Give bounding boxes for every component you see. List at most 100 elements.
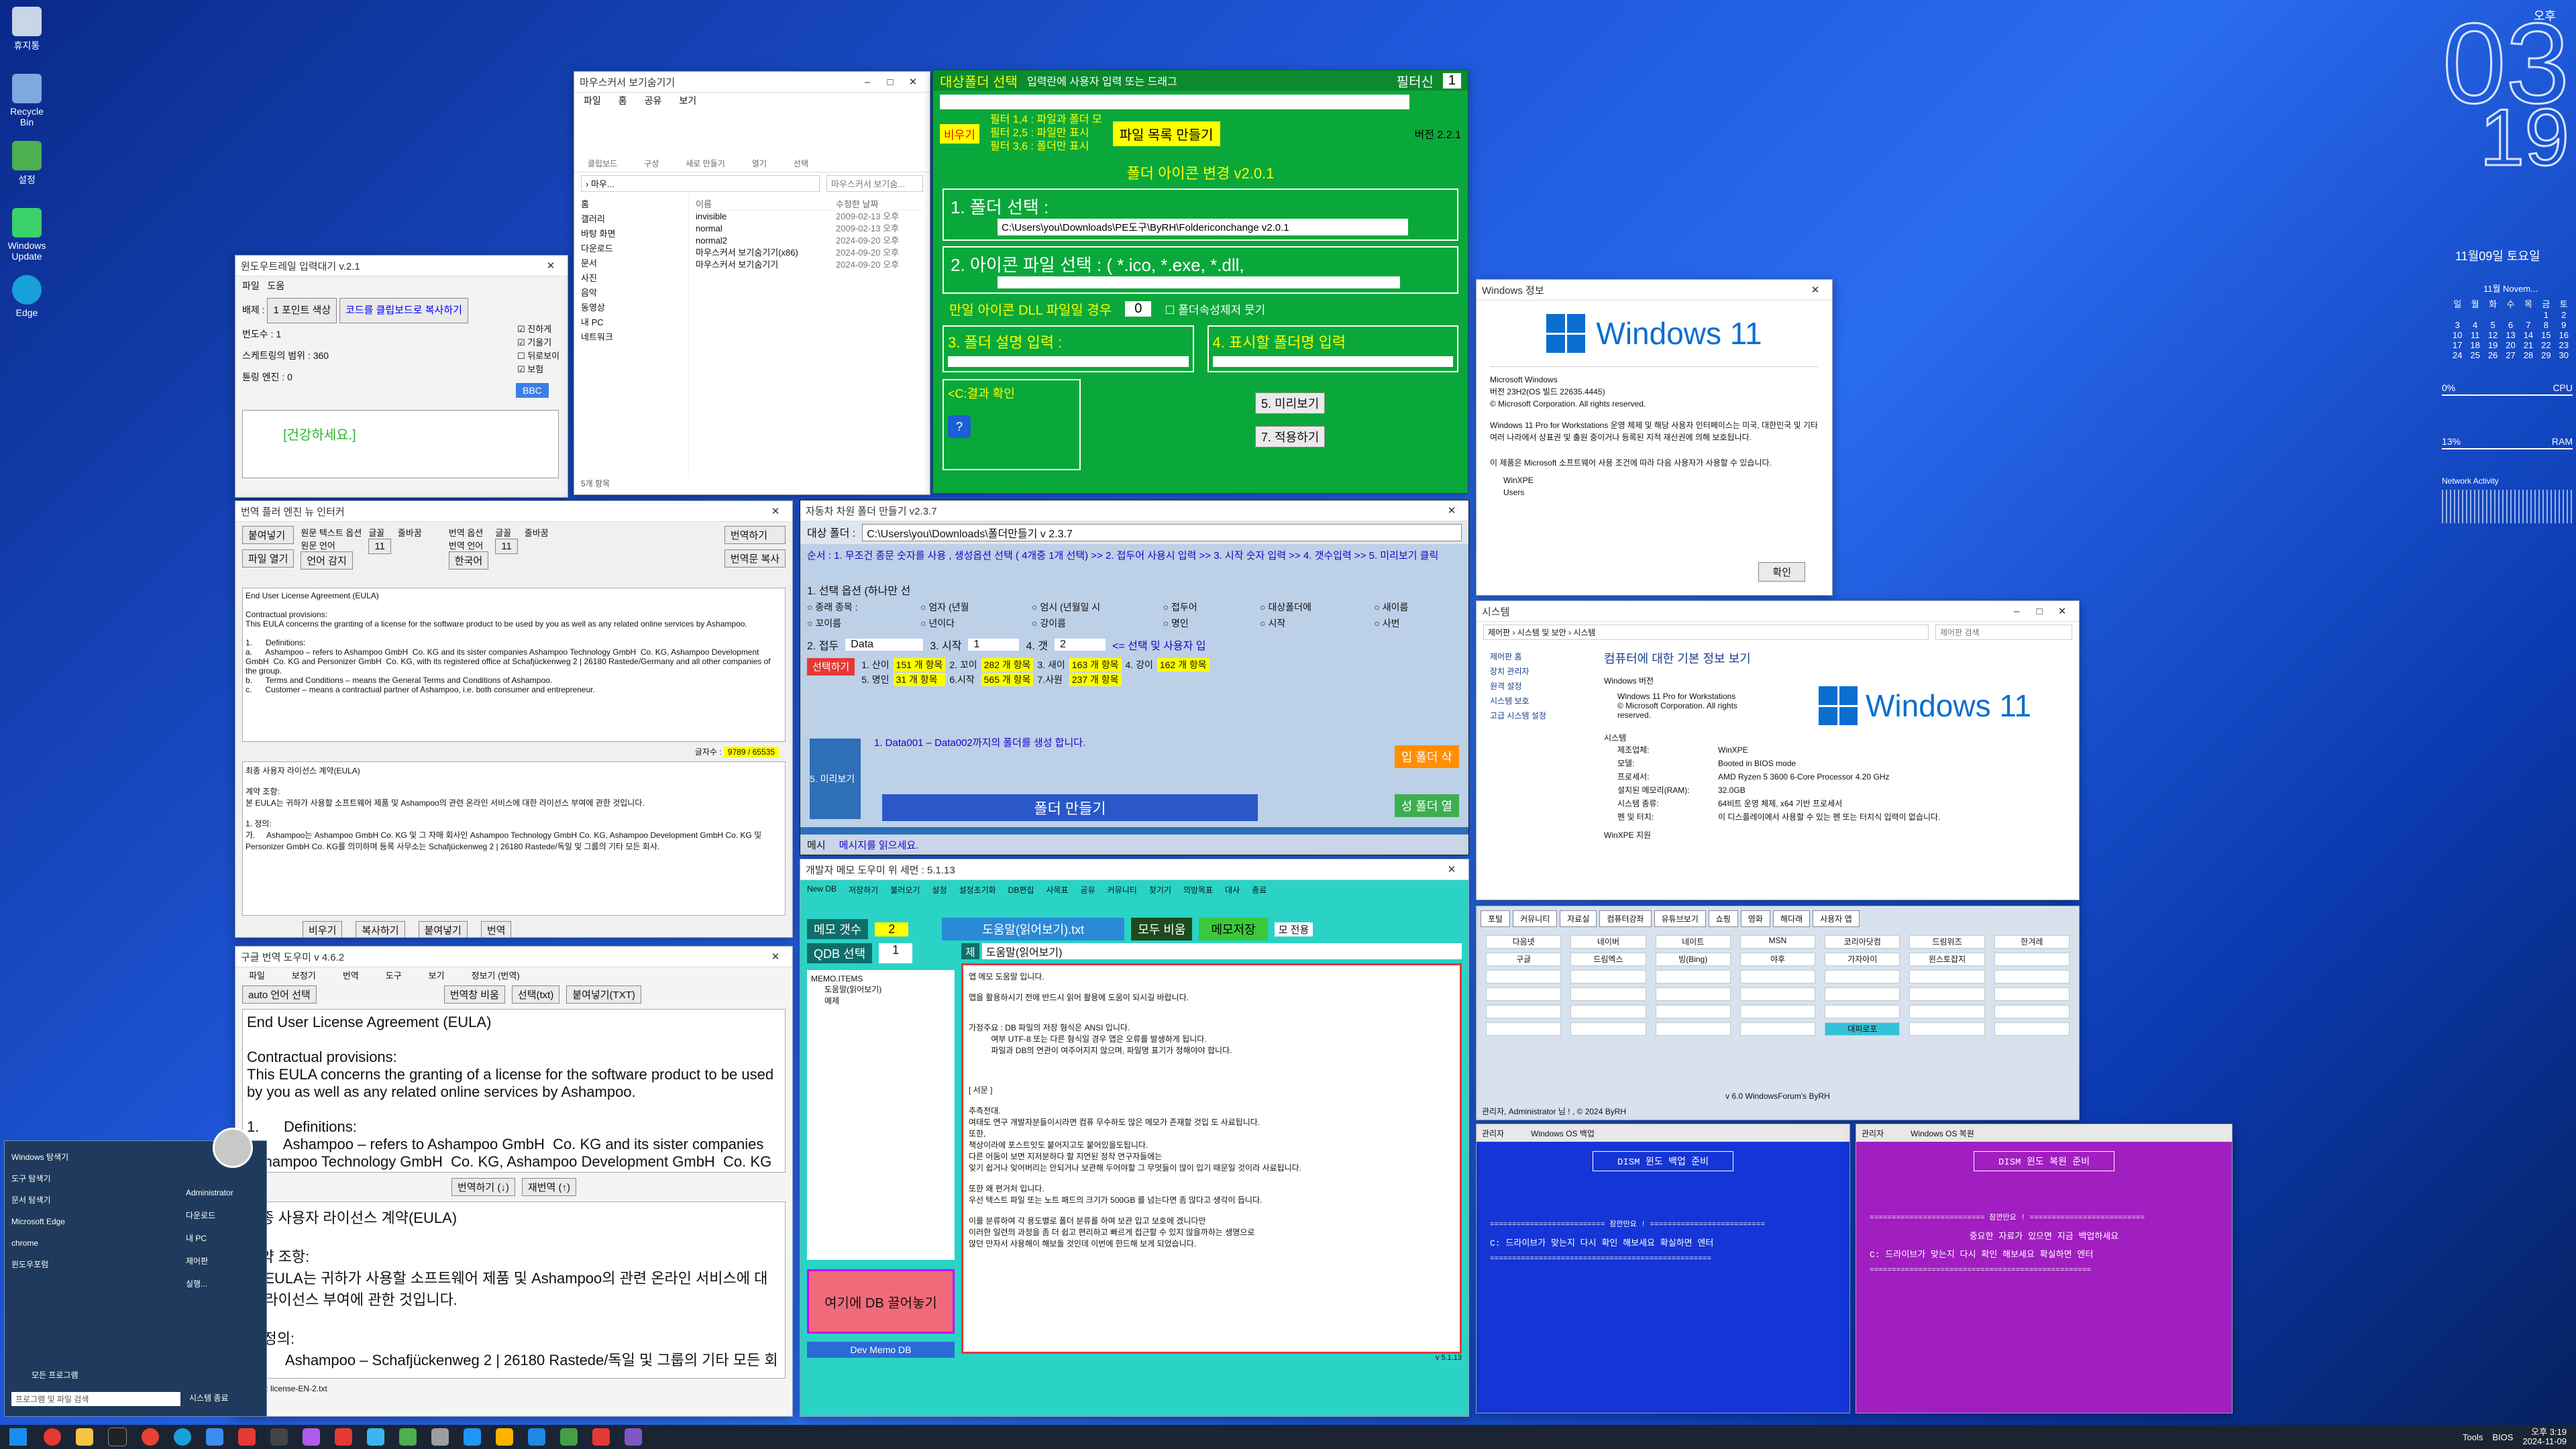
menu-item[interactable]: 도구 (386, 969, 402, 981)
close-icon[interactable]: ✕ (1440, 863, 1463, 875)
calendar-day[interactable]: 30 (2555, 350, 2573, 360)
launcher-link[interactable] (1994, 970, 2070, 983)
translate-small-button[interactable]: 번역 (480, 921, 512, 937)
calendar-day[interactable]: 5 (2484, 320, 2502, 330)
calendar-day[interactable]: 17 (2449, 340, 2466, 350)
launcher-link[interactable] (1739, 987, 1816, 1001)
launcher-link[interactable] (1486, 987, 1562, 1001)
launcher-link[interactable] (1570, 1022, 1646, 1036)
app-icon[interactable] (206, 1428, 223, 1446)
calendar-day[interactable] (2484, 310, 2502, 320)
launcher-link[interactable]: 드림위즈 (1909, 935, 1985, 949)
launcher-link[interactable] (1909, 970, 1985, 983)
filter-select[interactable]: 1 (1442, 72, 1461, 89)
launcher-link[interactable] (1825, 987, 1900, 1001)
tree-item[interactable]: 예제 (811, 995, 951, 1006)
column-name[interactable]: 이름 (696, 197, 836, 210)
launcher-tab[interactable]: 해다래 (1772, 910, 1811, 927)
option-radio[interactable]: ○ 시작 (1260, 616, 1364, 630)
translate-down-button[interactable]: 번역하기 (↓) (451, 1178, 515, 1196)
memo-tool[interactable]: 저장하기 (849, 884, 878, 911)
make-list-button[interactable]: 파일 목록 만들기 (1112, 121, 1220, 146)
launcher-link[interactable]: 빙(Bing) (1655, 953, 1731, 966)
close-icon[interactable]: ✕ (764, 505, 787, 517)
launcher-link[interactable]: 코리아닷컴 (1825, 935, 1900, 949)
start-item[interactable]: 도구 탐색기 (11, 1168, 172, 1189)
taskbar-date[interactable]: 2024-11-09 (2522, 1437, 2567, 1446)
option-radio[interactable]: ○ 강이름 (1032, 616, 1154, 630)
save-memo-button[interactable]: 메모저장 (1199, 918, 1268, 941)
launcher-link[interactable] (1570, 970, 1646, 983)
make-folder-button[interactable]: 폴더 만들기 (882, 794, 1258, 821)
calendar-day[interactable]: 16 (2555, 330, 2573, 340)
launcher-link[interactable]: 드림엑스 (1570, 953, 1646, 966)
count-input[interactable]: 2 (1054, 639, 1106, 651)
start-search[interactable]: 프로그램 및 파일 검색 (11, 1392, 180, 1406)
launcher-link[interactable] (1825, 970, 1900, 983)
menu-item[interactable]: 파일 (249, 969, 265, 981)
launcher-link[interactable] (1909, 1022, 1985, 1036)
calendar-day[interactable]: 3 (2449, 320, 2466, 330)
edge-icon[interactable] (174, 1428, 191, 1446)
launcher-link[interactable]: 야후 (1739, 953, 1816, 966)
icon-file-input[interactable] (998, 276, 1400, 288)
calendar-day[interactable]: 6 (2502, 320, 2519, 330)
check-back[interactable]: ☐ 뒤로보이 (517, 350, 559, 363)
launcher-link[interactable] (1994, 1005, 2070, 1018)
launcher-link[interactable] (1994, 987, 2070, 1001)
calendar-day[interactable]: 22 (2537, 340, 2555, 350)
start-item[interactable]: chrome (11, 1232, 172, 1254)
option-radio[interactable]: ○ 엄시 (년월일 시 (1032, 600, 1154, 614)
memo-tool[interactable]: 사목표 (1046, 884, 1068, 911)
nav-item[interactable]: 음악 (581, 286, 682, 301)
calendar-day[interactable]: 28 (2520, 350, 2537, 360)
launcher-link[interactable]: 대피로포 (1825, 1022, 1900, 1036)
start-button[interactable] (9, 1428, 27, 1446)
launcher-link[interactable] (1655, 1022, 1731, 1036)
calendar-day[interactable]: 19 (2484, 340, 2502, 350)
calendar-day[interactable]: 18 (2466, 340, 2483, 350)
calendar-day[interactable]: 8 (2537, 320, 2555, 330)
tree-root[interactable]: MEMO.ITEMS (811, 974, 951, 983)
check-bold[interactable]: ☑ 진하게 (517, 323, 559, 336)
memo-tool[interactable]: New DB (807, 884, 837, 911)
launcher-link[interactable]: 구글 (1486, 953, 1562, 966)
copy-button[interactable]: 복사하기 (356, 921, 405, 937)
maximize-icon[interactable]: □ (879, 76, 902, 88)
option-radio[interactable]: ○ 새이름 (1374, 600, 1462, 614)
clear-all-button[interactable]: 모두 비움 (1131, 918, 1193, 941)
tab-view[interactable]: 보기 (679, 94, 696, 107)
paste-txt-button[interactable]: 붙여넣기(TXT) (566, 985, 641, 1004)
memo-tool[interactable]: 설정초기화 (959, 884, 996, 911)
qdb-select[interactable]: 1 (879, 943, 913, 963)
launcher-tab[interactable]: 포털 (1481, 910, 1511, 927)
maximize-icon[interactable]: □ (2028, 606, 2051, 617)
calendar-day[interactable]: 4 (2466, 320, 2483, 330)
file-row[interactable]: 마우스커서 보기숨기기 2024-09-20 오후 (696, 259, 923, 271)
translate-button[interactable]: 번역하기 (724, 526, 786, 544)
calendar-day[interactable] (2502, 310, 2519, 320)
close-icon[interactable]: ✕ (1440, 504, 1463, 517)
menu-file[interactable]: 파일 (242, 280, 260, 291)
memo-tool[interactable]: 설정 (932, 884, 947, 911)
memo-title-input[interactable]: 도움말(읽어보기) (981, 943, 1462, 959)
app-icon[interactable] (625, 1428, 642, 1446)
check-italic[interactable]: ☑ 기울기 (517, 336, 559, 350)
start-right-item[interactable]: 내 PC (186, 1227, 233, 1250)
app-icon[interactable] (431, 1428, 449, 1446)
memo-tool[interactable]: 의방목표 (1183, 884, 1213, 911)
ok-button[interactable]: 확인 (1758, 562, 1805, 582)
minimize-icon[interactable]: – (2005, 606, 2028, 617)
file-row[interactable]: invisible 2009-02-13 오후 (696, 211, 923, 223)
close-icon[interactable]: ✕ (539, 260, 562, 272)
clear-button[interactable]: 비우기 (940, 123, 979, 144)
calendar-day[interactable] (2449, 310, 2466, 320)
lang-select[interactable]: auto 언어 선택 (242, 985, 317, 1004)
desktop-icon-3[interactable]: 설정 (7, 141, 47, 186)
preview-button[interactable]: 5. 미리보기 (810, 772, 855, 786)
paste-button[interactable]: 붙여넣기 (242, 526, 294, 544)
desktop-icon-2[interactable]: Recycle Bin (7, 74, 47, 127)
launcher-link[interactable] (1570, 1005, 1646, 1018)
bbc-badge[interactable]: BBC (516, 383, 549, 398)
option-radio[interactable]: ○ 년이다 (920, 616, 1022, 630)
